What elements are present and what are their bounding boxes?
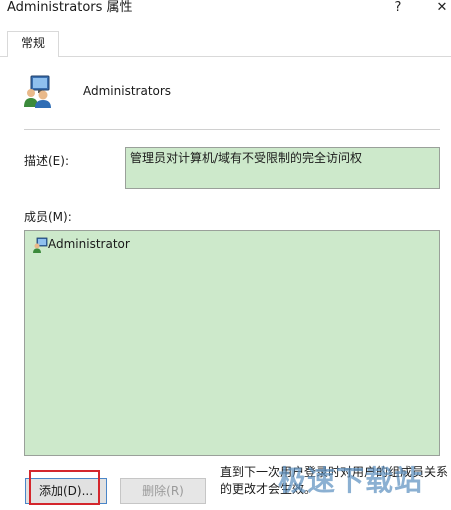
description-label: 描述(E): <box>24 154 69 168</box>
close-button[interactable]: ✕ <box>427 0 451 18</box>
member-name: Administrator <box>48 237 130 251</box>
group-users-icon <box>22 74 56 108</box>
description-field[interactable]: 管理员对计算机/域有不受限制的完全访问权 <box>125 147 440 189</box>
help-button[interactable]: ? <box>383 0 413 18</box>
window-title: Administrators 属性 <box>7 0 133 15</box>
members-label: 成员(M): <box>24 210 72 224</box>
watermark: 极速下载站 <box>278 464 424 497</box>
members-list[interactable]: Administrator <box>24 230 440 456</box>
user-icon <box>32 237 48 253</box>
group-name: Administrators <box>83 84 172 98</box>
tab-general[interactable]: 常规 <box>7 31 59 57</box>
remove-button: 删除(R) <box>120 478 206 504</box>
highlight-box <box>29 470 100 505</box>
separator <box>24 129 440 130</box>
